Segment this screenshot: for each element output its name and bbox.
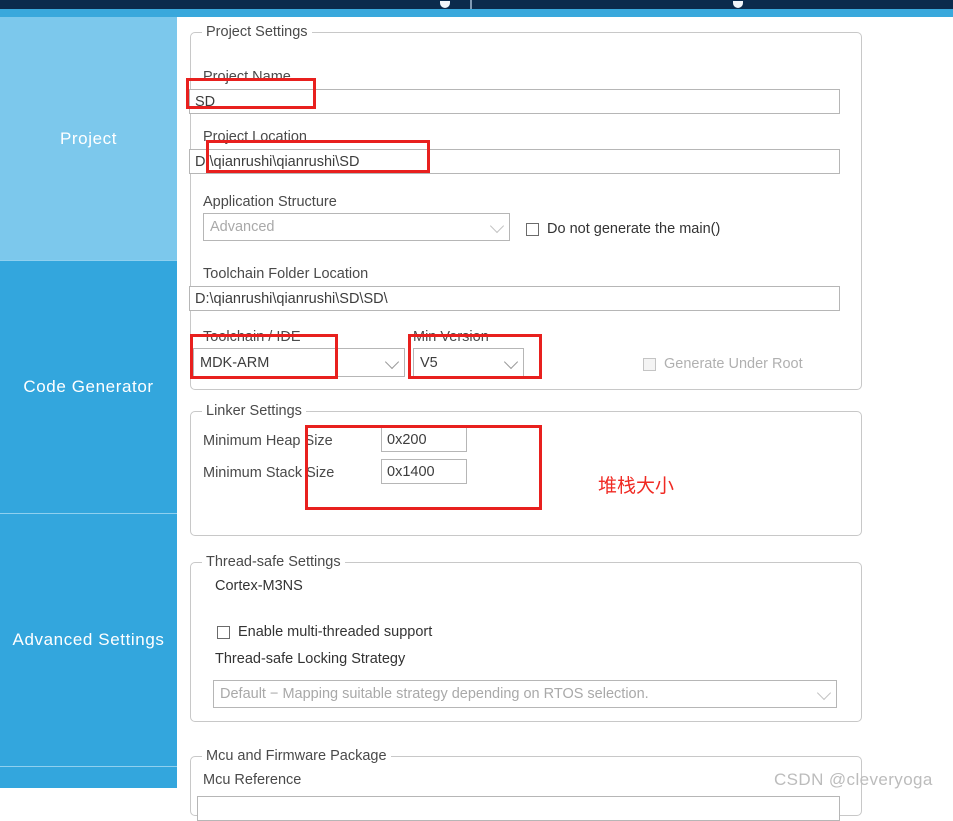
min-version-combobox[interactable]: V5 <box>413 348 524 377</box>
toolchain-folder-label: Toolchain Folder Location <box>203 266 369 282</box>
enable-multithreaded-support-checkbox[interactable]: Enable multi-threaded support <box>217 624 432 640</box>
min-version-label: Min Version <box>413 329 489 345</box>
accent-bar <box>0 9 953 17</box>
do-not-generate-main-checkbox[interactable]: Do not generate the main() <box>526 221 720 237</box>
project-name-input[interactable]: SD <box>189 89 840 114</box>
content-pane: Project Settings Project Name SD Project… <box>177 17 953 821</box>
locking-strategy-value: Default − Mapping suitable strategy depe… <box>220 686 649 702</box>
chevron-down-icon <box>489 218 505 234</box>
application-structure-value: Advanced <box>210 219 275 235</box>
chevron-down-icon <box>503 354 519 369</box>
project-settings-title: Project Settings <box>202 24 312 40</box>
application-structure-combobox[interactable]: Advanced <box>203 213 510 241</box>
sidebar-item-project[interactable]: Project <box>0 17 177 260</box>
sidebar-item-label: Project <box>59 128 118 148</box>
project-name-label: Project Name <box>203 69 291 85</box>
chevron-down-icon <box>384 354 400 369</box>
sidebar-item-label: Advanced Settings <box>12 630 165 649</box>
do-not-generate-main-label: Do not generate the main() <box>547 221 721 237</box>
toolchain-folder-input[interactable]: D:\qianrushi\qianrushi\SD\SD\ <box>189 286 840 311</box>
chevron-down-icon <box>816 685 832 701</box>
toolchain-ide-label: Toolchain / IDE <box>203 329 301 345</box>
linker-settings-title: Linker Settings <box>202 403 306 419</box>
toolchain-ide-value: MDK-ARM <box>200 354 270 371</box>
mcu-reference-input[interactable] <box>197 796 840 821</box>
window-titlebar <box>0 0 953 9</box>
csdn-watermark: CSDN @cleveryoga <box>774 770 933 789</box>
tab-glyph-right <box>733 1 743 8</box>
application-structure-label: Application Structure <box>203 194 337 210</box>
cubemx-project-manager-window: Project Code Generator Advanced Settings… <box>0 0 953 821</box>
minimum-heap-size-input[interactable]: 0x200 <box>381 427 467 452</box>
sidebar-item-advanced-settings[interactable]: Advanced Settings <box>0 514 177 766</box>
tab-divider <box>470 0 472 9</box>
project-location-label: Project Location <box>203 129 307 145</box>
checkbox-box <box>526 222 539 236</box>
minimum-heap-size-label: Minimum Heap Size <box>203 433 333 449</box>
enable-multithreaded-support-label: Enable multi-threaded support <box>238 624 433 640</box>
mcu-reference-label: Mcu Reference <box>203 772 302 788</box>
stack-size-annotation: 堆栈大小 <box>598 475 675 497</box>
project-location-input[interactable]: D:\qianrushi\qianrushi\SD <box>189 149 840 174</box>
checkbox-box <box>643 357 656 371</box>
sidebar-item-label: Code Generator <box>23 377 154 396</box>
generate-under-root-checkbox[interactable]: Generate Under Root <box>643 356 803 372</box>
checkbox-box <box>217 625 230 639</box>
generate-under-root-label: Generate Under Root <box>664 356 803 372</box>
locking-strategy-label: Thread-safe Locking Strategy <box>215 651 406 667</box>
sidebar-item-code-generator[interactable]: Code Generator <box>0 261 177 513</box>
mcu-firmware-package-title: Mcu and Firmware Package <box>202 748 391 764</box>
sidebar-item-extra[interactable] <box>0 767 177 788</box>
toolchain-ide-combobox[interactable]: MDK-ARM <box>193 348 405 377</box>
thread-safe-settings-title: Thread-safe Settings <box>202 554 345 570</box>
locking-strategy-combobox[interactable]: Default − Mapping suitable strategy depe… <box>213 680 837 708</box>
min-version-value: V5 <box>420 354 438 371</box>
minimum-stack-size-label: Minimum Stack Size <box>203 465 335 481</box>
sidebar: Project Code Generator Advanced Settings <box>0 17 177 788</box>
minimum-stack-size-input[interactable]: 0x1400 <box>381 459 467 484</box>
tab-glyph-left <box>440 1 450 8</box>
core-name-label: Cortex-M3NS <box>215 578 303 594</box>
